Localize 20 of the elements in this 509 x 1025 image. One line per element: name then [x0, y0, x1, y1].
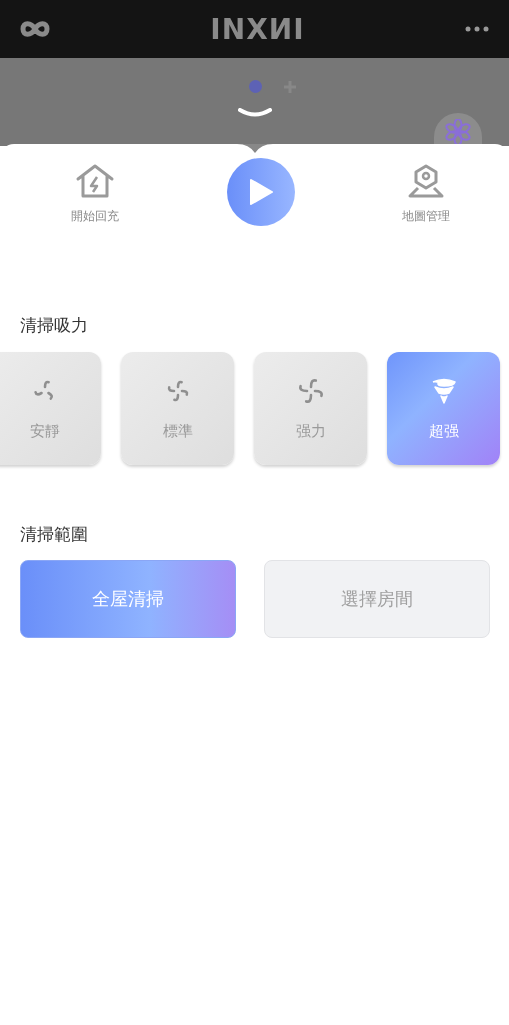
floating-button[interactable] [434, 113, 482, 146]
play-icon [247, 178, 274, 206]
cleaning-range-button[interactable]: 選擇房間 [264, 560, 490, 638]
suction-level-button[interactable]: 超强 [387, 352, 500, 465]
suction-level-button[interactable]: 强力 [254, 352, 367, 465]
chevron-down-icon[interactable] [237, 108, 272, 118]
house-charge-icon [75, 163, 115, 200]
cleaning-range-button[interactable]: 全屋清掃 [20, 560, 236, 638]
link-icon[interactable] [20, 19, 50, 39]
flower-icon [445, 119, 471, 145]
section-title: 清掃吸力 [19, 314, 89, 337]
suction-level-button[interactable]: 安靜 [0, 352, 101, 465]
more-icon[interactable] [465, 26, 489, 32]
action-label[interactable]: 地圖管理 [402, 207, 450, 225]
action-label[interactable]: 開始回充 [71, 207, 119, 225]
section-title: 清掃範圍 [19, 523, 89, 546]
brand-logo: INXИI [210, 12, 305, 46]
map-pin-icon [406, 163, 446, 200]
page-dot-icon[interactable] [248, 80, 262, 93]
suction-level-button[interactable]: 標準 [121, 352, 234, 465]
